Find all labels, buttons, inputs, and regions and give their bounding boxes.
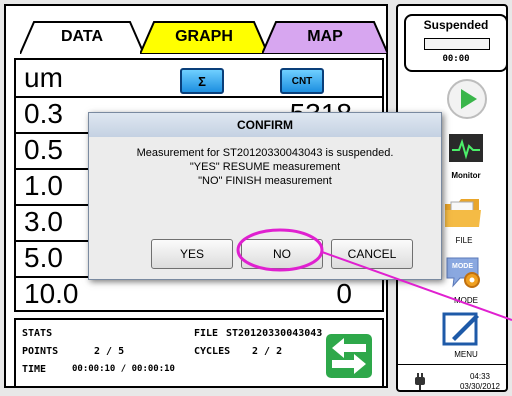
highlight-pointer-line (321, 251, 512, 321)
tab-data-label: DATA (60, 28, 104, 45)
tab-map-label: MAP (307, 28, 343, 45)
highlight-annotation (236, 228, 512, 321)
highlight-ellipse (236, 228, 324, 272)
tab-graph-label: GRAPH (175, 28, 233, 45)
